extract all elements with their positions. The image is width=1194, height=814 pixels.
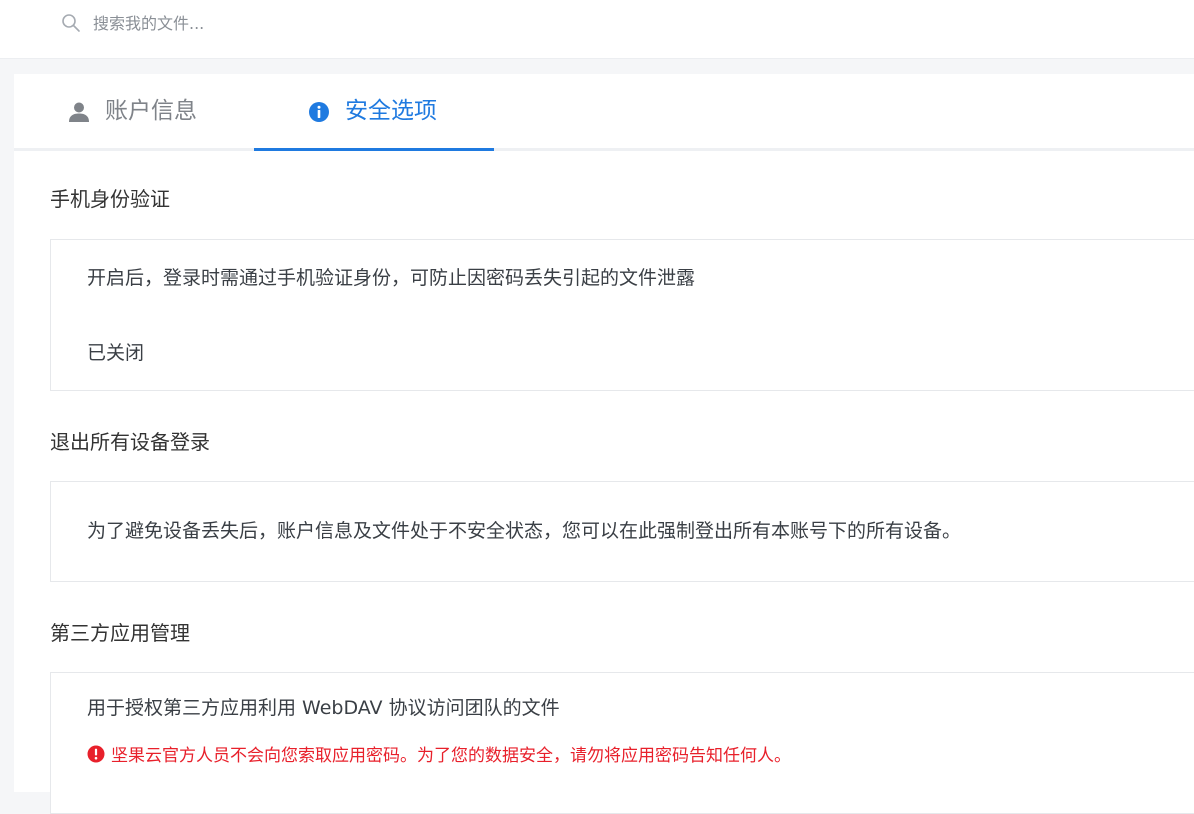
top-search-bar bbox=[0, 0, 1194, 59]
third-party-description: 用于授权第三方应用利用 WebDAV 协议访问团队的文件 bbox=[87, 697, 560, 719]
tab-security-options-label: 安全选项 bbox=[345, 98, 437, 124]
phone-verification-title: 手机身份验证 bbox=[50, 187, 170, 211]
third-party-title: 第三方应用管理 bbox=[50, 621, 190, 645]
tab-security-options[interactable]: 安全选项 bbox=[254, 74, 494, 148]
third-party-warning-text: 坚果云官方人员不会向您索取应用密码。为了您的数据安全，请勿将应用密码告知任何人。 bbox=[111, 746, 791, 766]
tab-account-info[interactable]: 账户信息 bbox=[14, 74, 254, 148]
logout-devices-card: 为了避免设备丢失后，账户信息及文件处于不安全状态，您可以在此强制登出所有本账号下… bbox=[50, 481, 1194, 582]
settings-tabs: 账户信息 安全选项 bbox=[14, 74, 1194, 151]
settings-panel: 账户信息 安全选项 手机身份验证 开启后，登录时需通过手机验证身份，可防止因密码… bbox=[14, 74, 1194, 814]
search-input[interactable] bbox=[93, 10, 493, 36]
logout-devices-description: 为了避免设备丢失后，账户信息及文件处于不安全状态，您可以在此强制登出所有本账号下… bbox=[87, 520, 962, 542]
search-icon[interactable] bbox=[61, 13, 81, 33]
phone-verification-status: 已关闭 bbox=[87, 342, 145, 364]
third-party-card: 用于授权第三方应用利用 WebDAV 协议访问团队的文件 坚果云官方人员不会向您… bbox=[50, 672, 1194, 814]
user-icon bbox=[69, 102, 89, 122]
phone-verification-card: 开启后，登录时需通过手机验证身份，可防止因密码丢失引起的文件泄露 已关闭 bbox=[50, 239, 1194, 391]
info-icon bbox=[309, 102, 329, 122]
active-tab-indicator bbox=[254, 148, 494, 151]
logout-devices-title: 退出所有设备登录 bbox=[50, 430, 210, 454]
phone-verification-description: 开启后，登录时需通过手机验证身份，可防止因密码丢失引起的文件泄露 bbox=[87, 267, 696, 289]
warning-icon bbox=[87, 745, 105, 763]
third-party-warning: 坚果云官方人员不会向您索取应用密码。为了您的数据安全，请勿将应用密码告知任何人。 bbox=[87, 744, 791, 768]
tab-account-info-label: 账户信息 bbox=[105, 98, 197, 124]
